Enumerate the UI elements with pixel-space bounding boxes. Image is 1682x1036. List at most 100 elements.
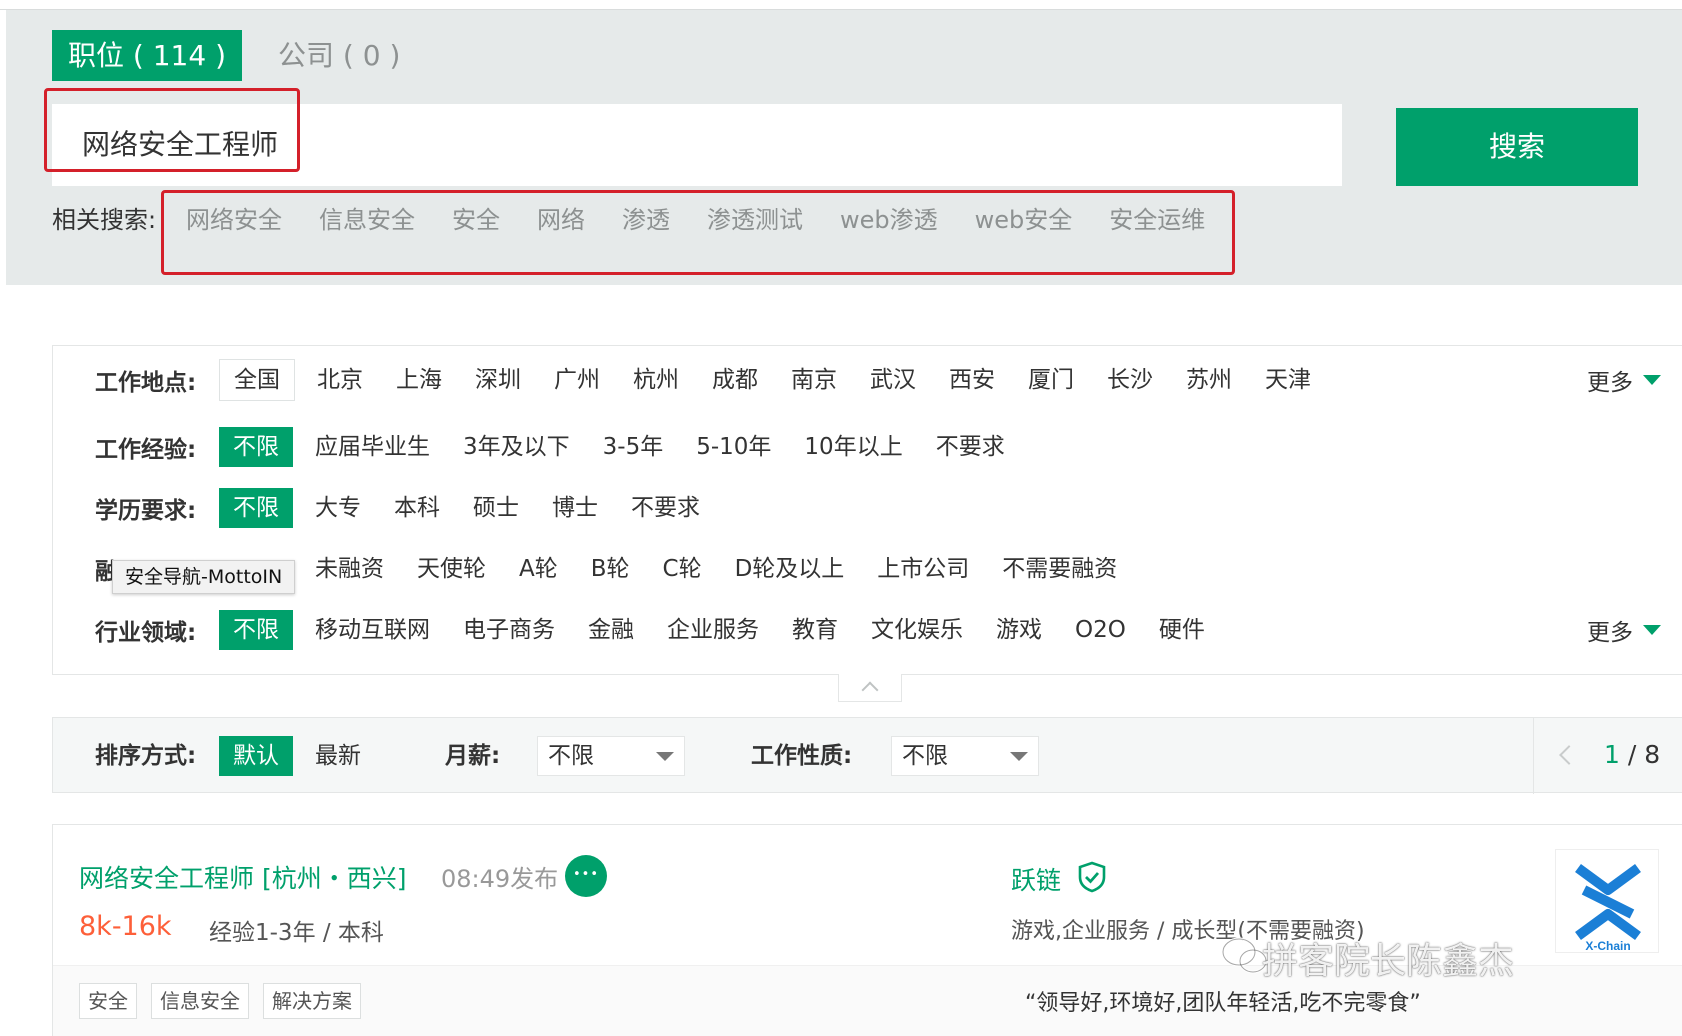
job-tag[interactable]: 安全 bbox=[79, 983, 137, 1019]
filter-option[interactable]: C轮 bbox=[663, 549, 702, 589]
related-item[interactable]: 安全 bbox=[452, 202, 500, 238]
filter-option[interactable]: A轮 bbox=[519, 549, 558, 589]
more-locations-button[interactable]: 更多 bbox=[1587, 363, 1661, 397]
filter-option[interactable]: 大专 bbox=[315, 488, 361, 528]
filter-option[interactable]: 上市公司 bbox=[877, 549, 969, 589]
filter-option[interactable]: 游戏 bbox=[996, 610, 1042, 650]
filter-option[interactable]: 不要求 bbox=[936, 427, 1005, 467]
filter-option[interactable]: 上海 bbox=[396, 360, 442, 400]
filter-option[interactable]: 苏州 bbox=[1186, 360, 1232, 400]
filter-label: 行业领域: bbox=[95, 620, 197, 646]
job-card[interactable]: 网络安全工程师 [杭州・西兴] 08:49发布 8k-16k 经验1-3年 / … bbox=[52, 824, 1682, 1036]
caret-down-icon bbox=[1643, 625, 1661, 635]
filter-option[interactable]: 全国 bbox=[219, 359, 295, 401]
job-nature-label: 工作性质: bbox=[751, 743, 853, 769]
filter-option[interactable]: 教育 bbox=[792, 610, 838, 650]
tooltip: 安全导航-MottoIN bbox=[112, 560, 296, 594]
filter-option[interactable]: 应届毕业生 bbox=[315, 427, 430, 467]
company-quote: “领导好,环境好,团队年轻活,吃不完零食” bbox=[1025, 991, 1421, 1016]
caret-down-icon bbox=[1010, 752, 1028, 761]
filter-option[interactable]: 金融 bbox=[588, 610, 634, 650]
watermark-text: 拼客院长陈鑫杰 bbox=[1262, 941, 1515, 982]
related-search-label: 相关搜索: bbox=[52, 206, 157, 234]
tab-companies[interactable]: 公司 ( 0 ) bbox=[278, 30, 400, 81]
filter-row-education: 学历要求: 不限 大专 本科 硕士 博士 不要求 bbox=[53, 486, 733, 530]
job-tag[interactable]: 解决方案 bbox=[263, 983, 361, 1019]
job-tag[interactable]: 信息安全 bbox=[151, 983, 249, 1019]
related-item[interactable]: 安全运维 bbox=[1109, 202, 1205, 238]
filter-option[interactable]: 广州 bbox=[554, 360, 600, 400]
filter-option-selected[interactable]: 不限 bbox=[219, 427, 293, 467]
filter-option[interactable]: 成都 bbox=[712, 360, 758, 400]
logo-text: X-Chain bbox=[1585, 939, 1630, 953]
filter-option[interactable]: 深圳 bbox=[475, 360, 521, 400]
filter-panel: 工作地点: 全国 北京 上海 深圳 广州 杭州 成都 南京 武汉 西安 厦门 长… bbox=[52, 345, 1682, 675]
more-industries-button[interactable]: 更多 bbox=[1587, 613, 1661, 647]
filter-option[interactable]: 不需要融资 bbox=[1002, 549, 1117, 589]
x-chain-logo-icon: X-Chain bbox=[1575, 863, 1641, 953]
sort-newest-button[interactable]: 最新 bbox=[315, 736, 361, 776]
chat-icon[interactable] bbox=[565, 855, 607, 897]
filter-option[interactable]: 3-5年 bbox=[603, 427, 664, 467]
related-item[interactable]: 网络安全 bbox=[186, 202, 282, 238]
filter-option[interactable]: B轮 bbox=[591, 549, 630, 589]
filter-option[interactable]: O2O bbox=[1075, 610, 1126, 650]
filter-option[interactable]: 本科 bbox=[394, 488, 440, 528]
related-item[interactable]: web渗透 bbox=[840, 202, 938, 238]
company-name-link[interactable]: 跃链 bbox=[1011, 861, 1061, 897]
collapse-filters-button[interactable] bbox=[838, 674, 902, 702]
prev-page-icon[interactable] bbox=[1559, 745, 1579, 765]
filter-option[interactable]: 天津 bbox=[1265, 360, 1311, 400]
related-item[interactable]: 渗透测试 bbox=[707, 202, 803, 238]
search-box bbox=[52, 104, 1342, 186]
job-tags: 安全 信息安全 解决方案 bbox=[79, 983, 361, 1019]
related-item[interactable]: 网络 bbox=[537, 202, 585, 238]
filter-option[interactable]: 企业服务 bbox=[667, 610, 759, 650]
salary-label: 月薪: bbox=[445, 743, 501, 769]
filter-option[interactable]: 硕士 bbox=[473, 488, 519, 528]
filter-option[interactable]: 南京 bbox=[791, 360, 837, 400]
related-item[interactable]: web安全 bbox=[975, 202, 1073, 238]
filter-option[interactable]: 北京 bbox=[317, 360, 363, 400]
filter-option[interactable]: 电子商务 bbox=[463, 610, 555, 650]
tab-positions[interactable]: 职位 ( 114 ) bbox=[52, 30, 242, 81]
filter-option[interactable]: 不要求 bbox=[631, 488, 700, 528]
filter-option[interactable]: 武汉 bbox=[870, 360, 916, 400]
job-nature-select[interactable]: 不限 bbox=[891, 736, 1039, 776]
sort-label: 排序方式: bbox=[95, 743, 197, 769]
filter-option[interactable]: 西安 bbox=[949, 360, 995, 400]
more-label: 更多 bbox=[1587, 370, 1633, 396]
pagination: 1 / 8 bbox=[1533, 718, 1682, 794]
search-input[interactable] bbox=[82, 104, 1282, 186]
chevron-up-icon bbox=[861, 681, 879, 699]
filter-option[interactable]: 移动互联网 bbox=[315, 610, 430, 650]
job-search-page: 职位 ( 114 ) 公司 ( 0 ) 搜索 相关搜索: 网络安全 信息安全 安… bbox=[0, 0, 1682, 1036]
related-item[interactable]: 渗透 bbox=[622, 202, 670, 238]
filter-option[interactable]: 文化娱乐 bbox=[871, 610, 963, 650]
job-requirements: 经验1-3年 / 本科 bbox=[209, 920, 384, 946]
search-button[interactable]: 搜索 bbox=[1396, 108, 1638, 186]
filter-option-selected[interactable]: 不限 bbox=[219, 610, 293, 650]
company-logo[interactable]: X-Chain bbox=[1555, 849, 1659, 953]
filter-option[interactable]: 10年以上 bbox=[804, 427, 902, 467]
filter-option[interactable]: 天使轮 bbox=[417, 549, 486, 589]
filter-option[interactable]: 3年及以下 bbox=[463, 427, 570, 467]
filter-option[interactable]: 未融资 bbox=[315, 549, 384, 589]
filter-option[interactable]: 杭州 bbox=[633, 360, 679, 400]
filter-option[interactable]: 5-10年 bbox=[696, 427, 771, 467]
more-label: 更多 bbox=[1587, 620, 1633, 646]
filter-option[interactable]: 博士 bbox=[552, 488, 598, 528]
sort-default-button[interactable]: 默认 bbox=[219, 736, 293, 776]
filter-option[interactable]: D轮及以上 bbox=[735, 549, 845, 589]
current-page: 1 bbox=[1604, 740, 1620, 769]
related-item[interactable]: 信息安全 bbox=[319, 202, 415, 238]
filter-option[interactable]: 厦门 bbox=[1028, 360, 1074, 400]
filter-option-selected[interactable]: 不限 bbox=[219, 488, 293, 528]
filter-row-experience: 工作经验: 不限 应届毕业生 3年及以下 3-5年 5-10年 10年以上 不要… bbox=[53, 425, 1038, 469]
job-publish-time: 08:49发布 bbox=[441, 865, 559, 893]
verified-shield-icon bbox=[1078, 861, 1106, 893]
filter-option[interactable]: 长沙 bbox=[1107, 360, 1153, 400]
salary-select[interactable]: 不限 bbox=[537, 736, 685, 776]
filter-option[interactable]: 硬件 bbox=[1159, 610, 1205, 650]
job-title-link[interactable]: 网络安全工程师 [杭州・西兴] bbox=[79, 859, 406, 895]
